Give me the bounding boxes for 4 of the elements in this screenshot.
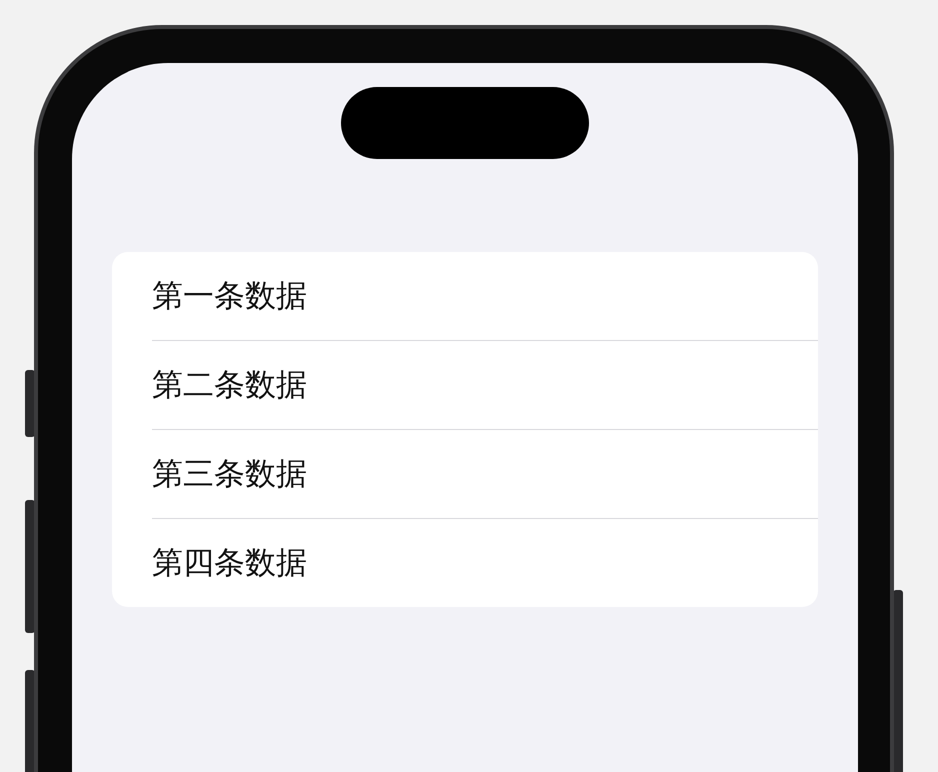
- list-item[interactable]: 第四条数据: [152, 542, 307, 584]
- list-item[interactable]: 第三条数据: [152, 453, 307, 495]
- list-item[interactable]: 第一条数据: [152, 275, 307, 317]
- list-item[interactable]: 第二条数据: [152, 364, 307, 406]
